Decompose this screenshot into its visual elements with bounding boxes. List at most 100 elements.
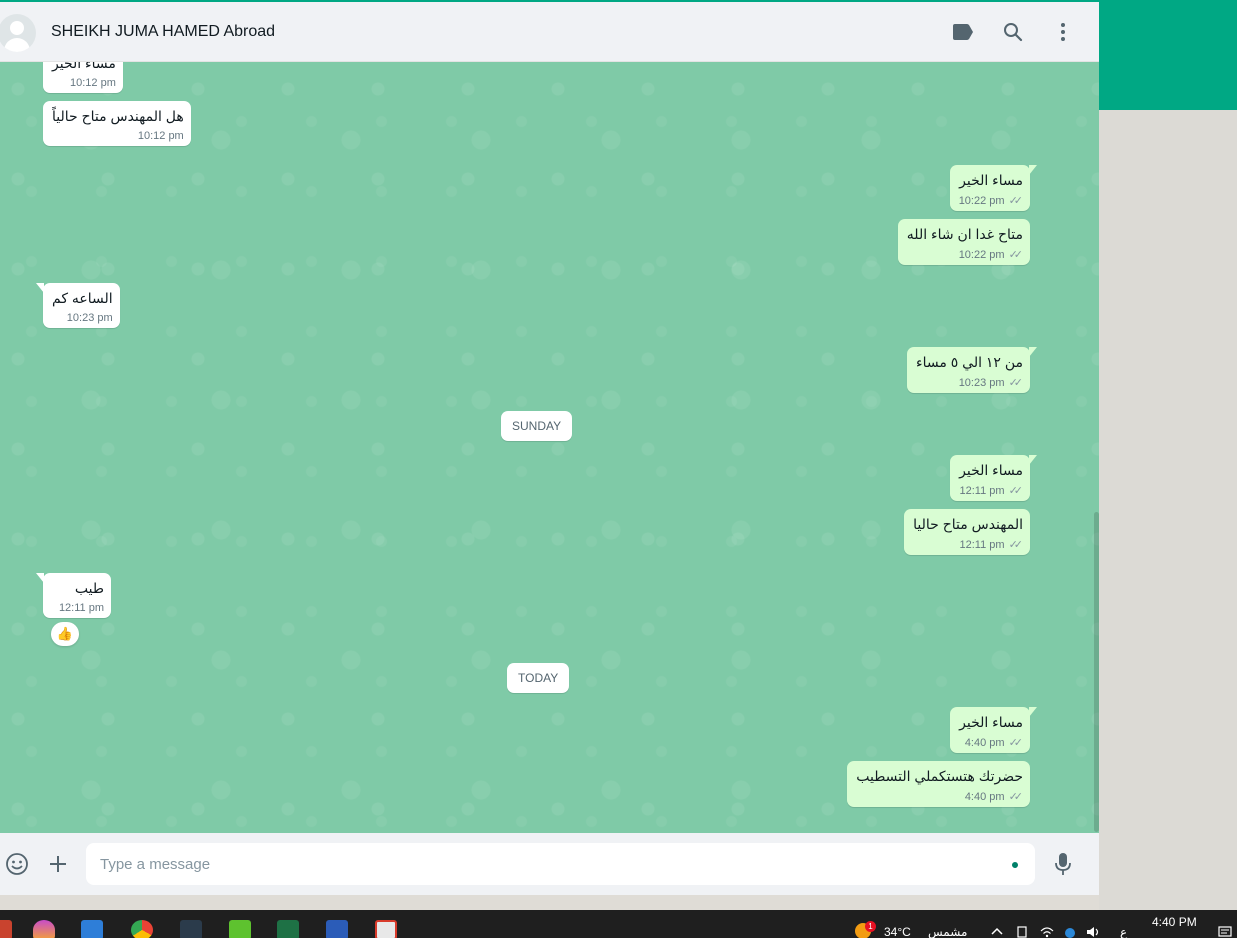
message-time: 10:12 pm — [70, 77, 116, 89]
message-text: مساء الخير — [959, 714, 1023, 730]
photos-app-icon[interactable] — [81, 920, 103, 938]
message-meta: 12:11 pm ✓✓ — [959, 484, 1024, 498]
message-time: 12:11 pm — [959, 484, 1005, 497]
bubble-tail — [1029, 707, 1037, 717]
app-background — [1099, 110, 1237, 910]
reaction-thumbs-up-icon[interactable]: 👍 — [51, 622, 79, 646]
message-meta: 10:12 pm — [52, 77, 116, 89]
date-divider-sunday: SUNDAY — [501, 411, 573, 441]
device-icon[interactable] — [1016, 926, 1030, 938]
message-text: مساء الخير — [959, 462, 1023, 478]
read-receipt-icon: ✓✓ — [1008, 249, 1024, 261]
message-bubble-outgoing[interactable]: المهندس متاح حاليا 12:11 pm ✓✓ — [904, 509, 1030, 555]
taskbar-clock[interactable]: 4:40 PM — [1152, 915, 1197, 929]
message-bubble-incoming[interactable]: طيب 12:11 pm — [36, 573, 111, 618]
read-receipt-icon: ✓✓ — [1008, 791, 1024, 803]
message-bubble-outgoing[interactable]: متاح غدا ان شاء الله 10:22 pm ✓✓ — [897, 219, 1030, 265]
message-text: مساء الخير — [959, 172, 1023, 188]
message-meta: 10:23 pm ✓✓ — [916, 376, 1024, 390]
input-status-dot — [1012, 862, 1018, 868]
message-time: 12:11 pm — [959, 538, 1005, 551]
message-bubble-incoming[interactable]: مساء الخير 10:12 pm — [43, 62, 123, 93]
message-text: حضرتك هتستكملي التسطيب — [856, 768, 1023, 784]
mic-icon[interactable] — [1050, 851, 1076, 877]
pdf-app-icon[interactable] — [375, 920, 397, 938]
attach-icon[interactable] — [45, 851, 71, 877]
message-time: 12:11 pm — [58, 602, 104, 614]
volume-icon[interactable] — [1086, 926, 1100, 938]
bubble-tail — [36, 283, 44, 293]
date-divider-today: TODAY — [507, 663, 570, 693]
start-app-icon[interactable] — [0, 920, 12, 938]
excel-app-icon[interactable] — [277, 920, 299, 938]
avatar-head — [10, 21, 24, 35]
message-bubble-outgoing[interactable]: مساء الخير 4:40 pm ✓✓ — [950, 707, 1037, 753]
message-time: 10:22 pm — [958, 248, 1005, 261]
contact-avatar[interactable] — [0, 14, 36, 52]
notifications-icon[interactable] — [1218, 926, 1232, 938]
message-time: 10:23 pm — [958, 376, 1005, 389]
bubble-tail — [1029, 165, 1037, 175]
message-meta: 10:22 pm ✓✓ — [907, 248, 1024, 262]
message-time: 4:40 pm — [964, 736, 1005, 749]
read-receipt-icon: ✓✓ — [1008, 195, 1024, 207]
app-header-band — [1099, 0, 1237, 110]
chat-area[interactable]: مساء الخير 10:12 pm هل المهندس متاح حالي… — [0, 62, 1099, 833]
whatsapp-app-icon[interactable] — [229, 920, 251, 938]
chrome-app-icon[interactable] — [131, 920, 153, 938]
message-meta: 10:22 pm ✓✓ — [958, 194, 1024, 208]
message-text: هل المهندس متاح حالياً — [52, 108, 184, 124]
language-indicator[interactable]: ع — [1120, 925, 1127, 938]
message-text: من ١٢ الي ٥ مساء — [916, 354, 1023, 370]
message-meta: 10:12 pm — [52, 130, 184, 142]
network-icon[interactable] — [1063, 926, 1077, 938]
avatar-body — [4, 38, 30, 52]
store-app-icon[interactable] — [180, 920, 202, 938]
message-time: 10:23 pm — [66, 312, 113, 324]
message-text: مساء الخير — [52, 62, 116, 71]
weather-badge: 1 — [865, 921, 876, 932]
menu-icon[interactable] — [1051, 20, 1075, 44]
chat-header[interactable]: SHEIKH JUMA HAMED Abroad — [0, 2, 1099, 62]
search-icon[interactable] — [1001, 20, 1025, 44]
word-app-icon[interactable] — [326, 920, 348, 938]
message-meta: 10:23 pm — [52, 312, 113, 324]
bubble-tail — [36, 573, 44, 583]
message-bubble-outgoing[interactable]: مساء الخير 12:11 pm ✓✓ — [950, 455, 1037, 501]
message-text: المهندس متاح حاليا — [913, 516, 1023, 532]
wifi-icon[interactable] — [1040, 926, 1054, 938]
chevron-up-icon[interactable] — [990, 926, 1004, 938]
message-bubble-incoming[interactable]: هل المهندس متاح حالياً 10:12 pm — [43, 101, 191, 146]
label-icon[interactable] — [951, 20, 975, 44]
message-composer — [0, 833, 1099, 895]
message-meta: 12:11 pm — [52, 602, 104, 614]
weather-temperature[interactable]: 34°C — [884, 925, 911, 938]
paint-app-icon[interactable] — [33, 920, 55, 938]
bubble-tail — [1029, 347, 1037, 357]
read-receipt-icon: ✓✓ — [1008, 377, 1024, 389]
weather-condition[interactable]: مشمس — [928, 925, 967, 938]
read-receipt-icon: ✓✓ — [1008, 485, 1024, 497]
message-meta: 4:40 pm ✓✓ — [856, 790, 1024, 804]
message-bubble-outgoing[interactable]: مساء الخير 10:22 pm ✓✓ — [949, 165, 1037, 211]
message-meta: 4:40 pm ✓✓ — [959, 736, 1024, 750]
message-meta: 12:11 pm ✓✓ — [913, 538, 1024, 552]
message-input[interactable] — [86, 843, 1035, 885]
message-text: متاح غدا ان شاء الله — [906, 226, 1023, 242]
message-time: 4:40 pm — [964, 790, 1005, 803]
chat-scrollbar[interactable] — [1094, 512, 1099, 832]
contact-name[interactable]: SHEIKH JUMA HAMED Abroad — [51, 23, 275, 41]
chat-wallpaper — [0, 62, 1099, 833]
message-bubble-incoming[interactable]: الساعه كم 10:23 pm — [36, 283, 120, 328]
bubble-tail — [1029, 455, 1037, 465]
message-bubble-outgoing[interactable]: حضرتك هتستكملي التسطيب 4:40 pm ✓✓ — [847, 761, 1030, 807]
message-text: الساعه كم — [52, 290, 113, 306]
message-time: 10:12 pm — [137, 130, 184, 142]
read-receipt-icon: ✓✓ — [1008, 737, 1024, 749]
message-bubble-outgoing[interactable]: من ١٢ الي ٥ مساء 10:23 pm ✓✓ — [907, 347, 1037, 393]
windows-taskbar: 1 34°C مشمس ع 4:40 PM — [0, 910, 1237, 938]
message-text: طيب — [74, 580, 104, 596]
emoji-icon[interactable] — [4, 851, 30, 877]
read-receipt-icon: ✓✓ — [1008, 539, 1024, 551]
message-time: 10:22 pm — [958, 194, 1005, 207]
